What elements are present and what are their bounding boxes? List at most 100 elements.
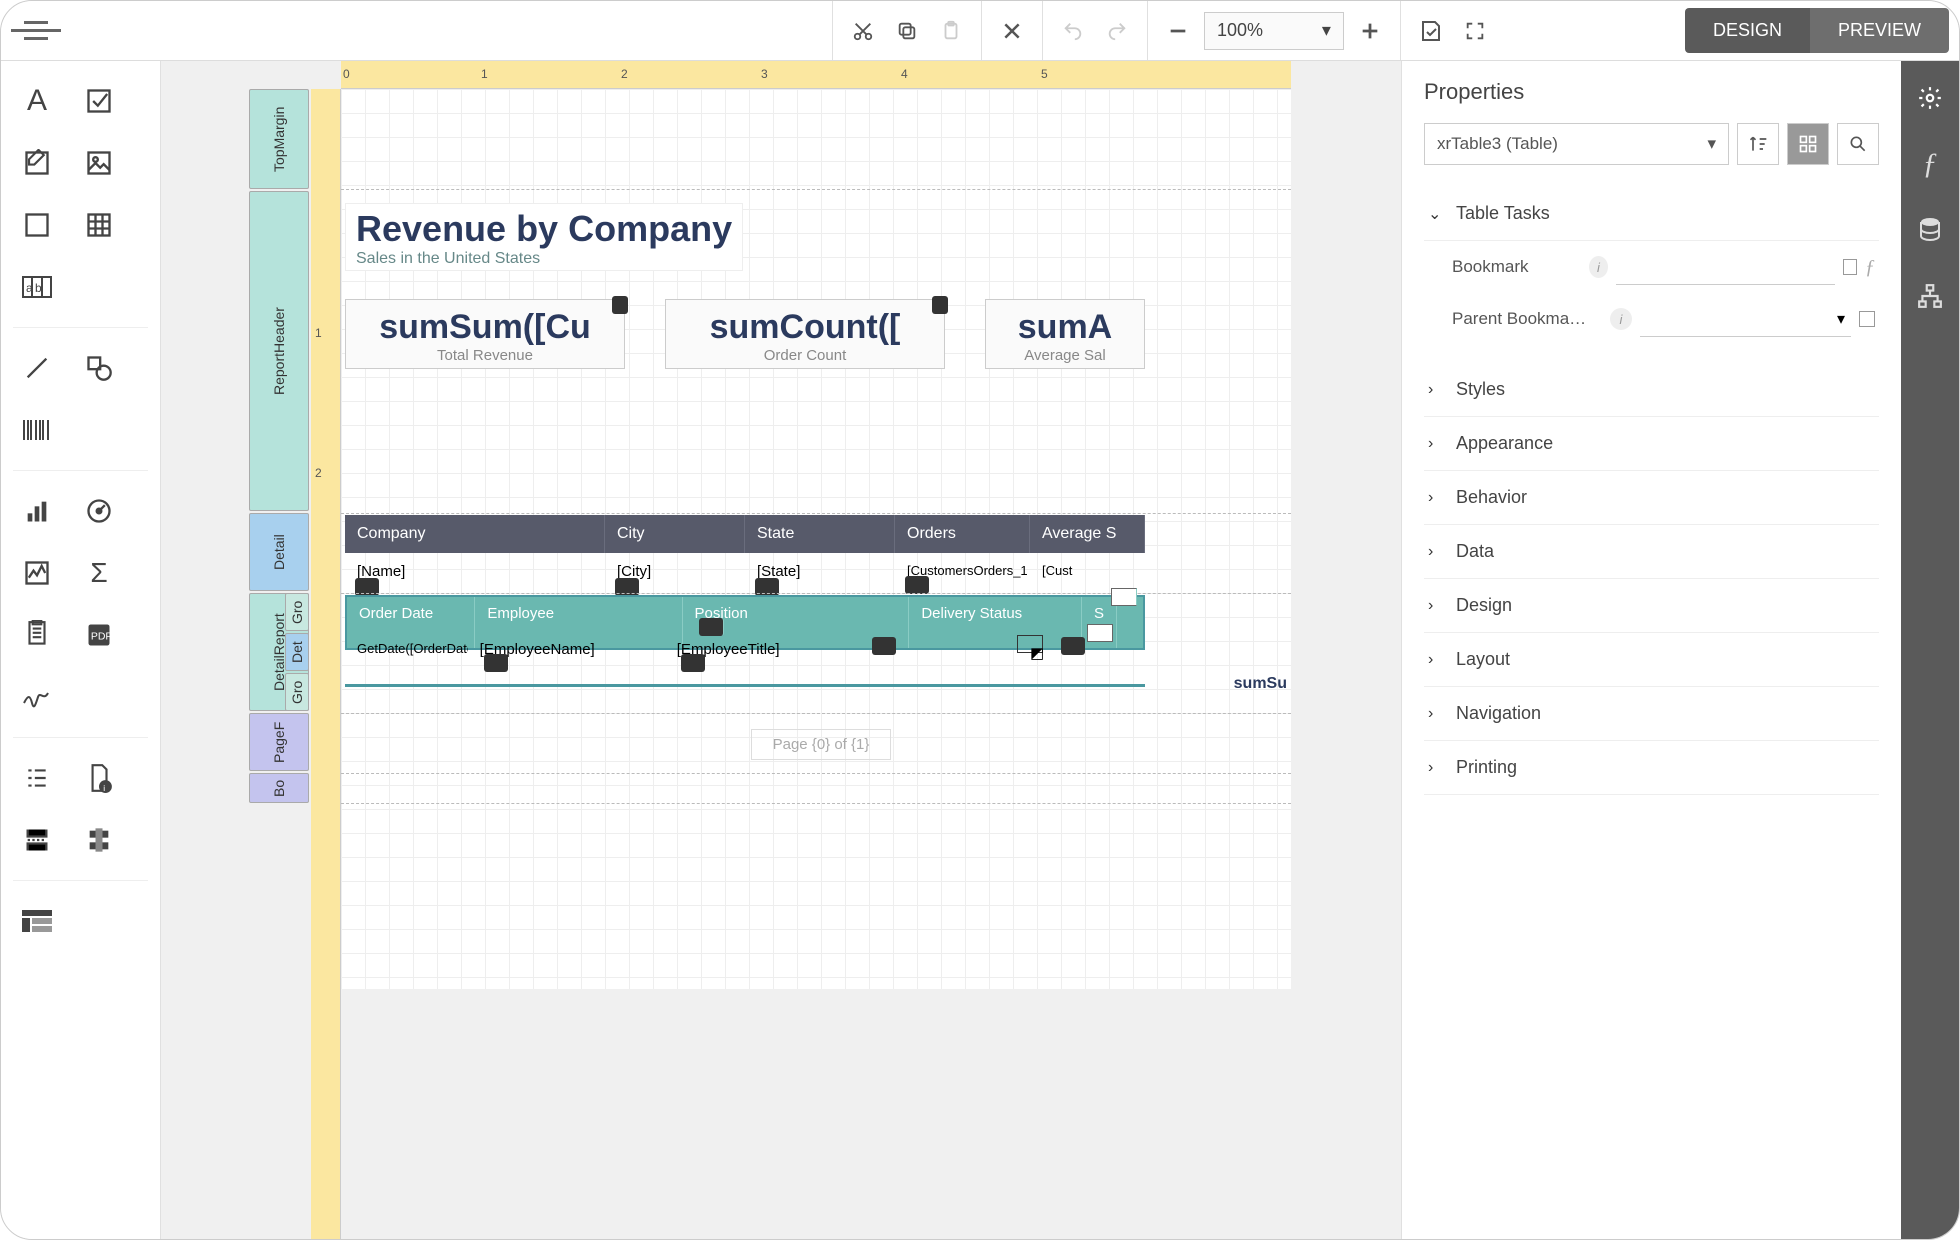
- kpi-average[interactable]: sumAAverage Sal: [985, 299, 1145, 369]
- report-subtitle[interactable]: Sales in the United States: [356, 250, 732, 268]
- selected-element-label: xrTable3 (Table): [1437, 134, 1558, 154]
- search-props-button[interactable]: [1837, 123, 1879, 165]
- label-tool[interactable]: A: [9, 73, 65, 129]
- smart-tag-icon[interactable]: [872, 637, 896, 655]
- properties-title: Properties: [1424, 79, 1879, 105]
- smart-tag-icon[interactable]: [932, 296, 948, 314]
- section-styles[interactable]: ›Styles: [1424, 363, 1879, 417]
- info-icon[interactable]: i: [1610, 308, 1632, 330]
- shape-tool[interactable]: [71, 340, 127, 396]
- pageinfo-tool[interactable]: i: [71, 750, 127, 806]
- data-tab-button[interactable]: [1911, 211, 1949, 249]
- fullscreen-button[interactable]: [1453, 9, 1497, 53]
- subtable-row[interactable]: GetDate([OrderDate]) [EmployeeName] [Emp…: [345, 633, 1145, 687]
- pagebreak-tool[interactable]: [9, 812, 65, 868]
- redo-button[interactable]: [1095, 9, 1139, 53]
- table-header-row[interactable]: Company City State Orders Average S: [345, 515, 1145, 553]
- properties-panel: Properties xrTable3 (Table) ▾ ⌄ Table Ta…: [1401, 61, 1901, 1239]
- properties-tab-button[interactable]: [1911, 79, 1949, 117]
- band-groupfooter[interactable]: Gro: [285, 673, 309, 711]
- barcode-tool[interactable]: [9, 402, 65, 458]
- table-tool[interactable]: [71, 197, 127, 253]
- zoom-out-button[interactable]: [1156, 9, 1200, 53]
- summary-cell[interactable]: sumSu: [1234, 675, 1287, 693]
- line-tool[interactable]: [9, 340, 65, 396]
- band-groupheader[interactable]: Gro: [285, 593, 309, 631]
- horizontal-ruler[interactable]: 0 1 2 3 4 5: [341, 61, 1291, 89]
- expression-button[interactable]: ƒ: [1865, 256, 1875, 279]
- expressions-tab-button[interactable]: ƒ: [1911, 145, 1949, 183]
- band-reportheader[interactable]: ReportHeader: [249, 191, 309, 511]
- smart-tag-icon[interactable]: [1061, 637, 1085, 655]
- svg-text:a: a: [26, 281, 33, 295]
- chart-tool[interactable]: [9, 483, 65, 539]
- section-data[interactable]: ›Data: [1424, 525, 1879, 579]
- chevron-down-icon: ⌄: [1428, 204, 1444, 224]
- design-canvas[interactable]: 0 1 2 3 4 5 1 2 TopMargin ReportHeader D…: [161, 61, 1401, 1239]
- signature-tool[interactable]: [9, 669, 65, 725]
- kpi-ordercount[interactable]: sumCount([Order Count: [665, 299, 945, 369]
- cut-button[interactable]: [841, 9, 885, 53]
- copy-button[interactable]: [885, 9, 929, 53]
- delete-button[interactable]: [990, 9, 1034, 53]
- info-icon[interactable]: i: [1589, 256, 1608, 278]
- reset-button[interactable]: [1859, 311, 1875, 327]
- crosstab-tool[interactable]: [9, 893, 65, 949]
- section-behavior[interactable]: ›Behavior: [1424, 471, 1879, 525]
- band-topmargin[interactable]: TopMargin: [249, 89, 309, 189]
- band-pagefooter[interactable]: PageF: [249, 713, 309, 771]
- section-printing[interactable]: ›Printing: [1424, 741, 1879, 795]
- section-appearance[interactable]: ›Appearance: [1424, 417, 1879, 471]
- selection-handle[interactable]: [1087, 624, 1113, 642]
- panel-tool[interactable]: [9, 197, 65, 253]
- smart-tag-icon[interactable]: [484, 654, 508, 672]
- undo-button[interactable]: [1051, 9, 1095, 53]
- picture-tool[interactable]: [71, 135, 127, 191]
- bookmark-input[interactable]: [1616, 249, 1835, 285]
- richtext-tool[interactable]: [9, 135, 65, 191]
- zoom-select[interactable]: 100% ▾: [1204, 12, 1344, 50]
- crossband-tool[interactable]: [71, 812, 127, 868]
- checkbox-tool[interactable]: [71, 73, 127, 129]
- report-page[interactable]: Revenue by Company Sales in the United S…: [341, 89, 1291, 989]
- band-detail[interactable]: Detail: [249, 513, 309, 591]
- menu-button[interactable]: [11, 1, 61, 61]
- smart-tag-icon[interactable]: [612, 296, 628, 314]
- sort-button[interactable]: [1737, 123, 1779, 165]
- element-selector[interactable]: xrTable3 (Table) ▾: [1424, 123, 1729, 165]
- validate-button[interactable]: [1409, 9, 1453, 53]
- categorized-button[interactable]: [1787, 123, 1829, 165]
- vertical-ruler[interactable]: 1 2: [311, 89, 341, 1239]
- sparkline-tool[interactable]: [9, 545, 65, 601]
- preview-tab[interactable]: PREVIEW: [1810, 8, 1949, 53]
- toc-tool[interactable]: [9, 750, 65, 806]
- mode-tabs: DESIGN PREVIEW: [1685, 8, 1949, 53]
- design-tab[interactable]: DESIGN: [1685, 8, 1810, 53]
- report-title[interactable]: Revenue by Company: [356, 208, 732, 250]
- band-detail-inner[interactable]: Det: [285, 633, 309, 671]
- page-info[interactable]: Page {0} of {1}: [751, 729, 891, 760]
- section-layout[interactable]: ›Layout: [1424, 633, 1879, 687]
- smart-tag-icon[interactable]: [905, 576, 929, 594]
- app-root: 100% ▾ DESIGN PREVIEW A: [0, 0, 1960, 1240]
- charactercomb-tool[interactable]: ab: [9, 259, 65, 315]
- svg-text:b: b: [35, 281, 42, 295]
- smart-tag-icon[interactable]: [681, 654, 705, 672]
- section-table-tasks[interactable]: ⌄ Table Tasks: [1424, 187, 1879, 241]
- kpi-revenue[interactable]: sumSum([CuTotal Revenue: [345, 299, 625, 369]
- reset-button[interactable]: [1843, 259, 1857, 275]
- chevron-down-icon: ▾: [1837, 309, 1845, 329]
- subreport-tool[interactable]: [9, 607, 65, 663]
- pdfcontent-tool[interactable]: PDF: [71, 607, 127, 663]
- band-bottommargin[interactable]: Bo: [249, 773, 309, 803]
- parent-bookmark-select[interactable]: ▾: [1640, 301, 1851, 337]
- gauge-tool[interactable]: [71, 483, 127, 539]
- pivotgrid-tool[interactable]: Σ: [71, 545, 127, 601]
- report-explorer-tab-button[interactable]: [1911, 277, 1949, 315]
- section-design[interactable]: ›Design: [1424, 579, 1879, 633]
- section-navigation[interactable]: ›Navigation: [1424, 687, 1879, 741]
- chevron-down-icon: ▾: [1322, 20, 1331, 41]
- zoom-in-button[interactable]: [1348, 9, 1392, 53]
- selection-handle[interactable]: [1111, 588, 1137, 606]
- svg-text:PDF: PDF: [91, 631, 112, 643]
